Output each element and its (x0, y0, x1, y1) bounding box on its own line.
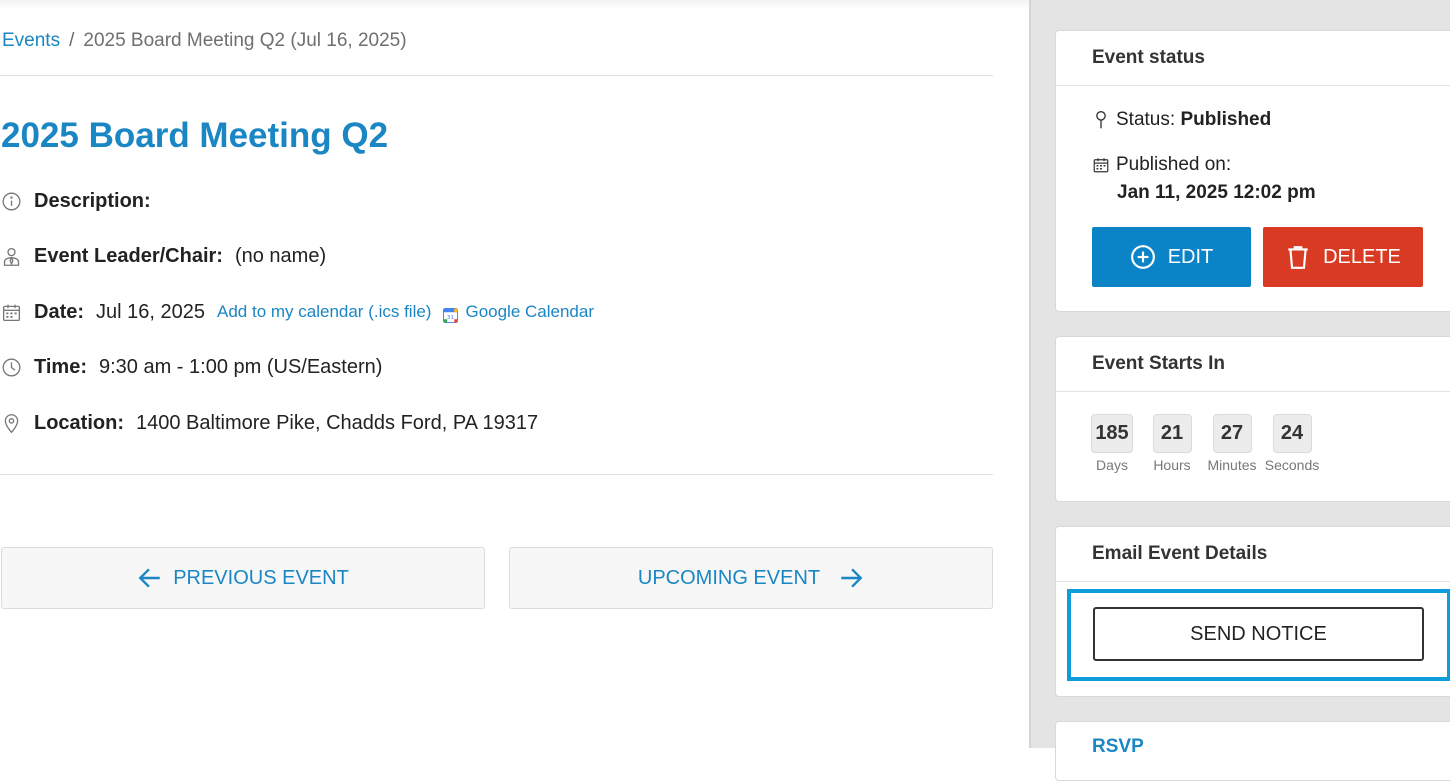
event-status-card: Event status Status: Published Published… (1055, 30, 1450, 312)
countdown-value: 21 (1152, 414, 1192, 453)
delete-label: DELETE (1323, 245, 1401, 268)
date-row: Date: Jul 16, 2025 Add to my calendar (.… (0, 297, 594, 327)
countdown-unit: Hours (1153, 457, 1191, 473)
event-main-content: Events / 2025 Board Meeting Q2 (Jul 16, 20… (0, 0, 1029, 748)
calendar-icon (0, 301, 22, 323)
info-icon (0, 190, 22, 212)
map-pin-icon (0, 412, 22, 434)
countdown-minutes: 27 Minutes (1202, 414, 1262, 473)
countdown-value: 27 (1212, 414, 1252, 453)
email-card-body: SEND NOTICE (1056, 582, 1450, 698)
delete-button[interactable]: DELETE (1263, 227, 1423, 287)
edit-label: EDIT (1167, 245, 1214, 268)
rsvp-card: RSVP (1055, 721, 1450, 781)
date-value: Jul 16, 2025 (96, 300, 205, 323)
countdown-unit: Seconds (1264, 457, 1320, 473)
breadcrumb-separator: / (69, 30, 75, 51)
status-label: Status: (1116, 109, 1176, 130)
countdown-days: 185 Days (1082, 414, 1142, 473)
countdown-value: 185 (1091, 414, 1133, 453)
edit-button[interactable]: EDIT (1092, 227, 1251, 287)
status-value: Published (1180, 109, 1272, 130)
pin-icon (1096, 111, 1106, 129)
breadcrumb-current: 2025 Board Meeting Q2 (Jul 16, 2025) (83, 30, 407, 51)
google-calendar-icon[interactable]: 31 (443, 306, 459, 323)
send-notice-highlight: SEND NOTICE (1067, 589, 1450, 681)
time-label: Time: (34, 355, 87, 378)
published-label: Published on: (1116, 154, 1232, 175)
status-line: Status: Published (1092, 109, 1271, 131)
location-row: Location: 1400 Baltimore Pike, Chadds Fo… (0, 408, 538, 438)
sidebar: Event status Status: Published Published… (1029, 0, 1450, 781)
divider (0, 75, 993, 76)
countdown-unit: Days (1096, 457, 1128, 473)
countdown-hours: 21 Hours (1142, 414, 1202, 473)
description-label: Description: (34, 189, 151, 212)
countdown-title: Event Starts In (1056, 337, 1450, 392)
countdown-seconds: 24 Seconds (1262, 414, 1322, 473)
clock-icon (0, 356, 22, 378)
previous-event-button[interactable]: PREVIOUS EVENT (1, 547, 485, 609)
published-value: Jan 11, 2025 12:02 pm (1117, 182, 1316, 203)
arrow-left-icon (138, 568, 160, 588)
time-value: 9:30 am - 1:00 pm (US/Eastern) (98, 355, 383, 378)
top-shadow (0, 0, 1029, 10)
email-event-card: Email Event Details SEND NOTICE (1055, 526, 1450, 697)
rsvp-title: RSVP (1092, 736, 1144, 757)
person-tie-icon (0, 245, 22, 267)
countdown-unit: Minutes (1207, 457, 1257, 473)
breadcrumb: Events / 2025 Board Meeting Q2 (Jul 16, 20… (2, 30, 407, 52)
page-title: 2025 Board Meeting Q2 (1, 116, 389, 155)
trash-icon (1288, 246, 1308, 269)
leader-row: Event Leader/Chair: (no name) (0, 241, 326, 271)
upcoming-event-button[interactable]: UPCOMING EVENT (509, 547, 993, 609)
calendar-icon (1093, 158, 1109, 173)
previous-event-label: PREVIOUS EVENT (173, 566, 349, 589)
divider (0, 474, 993, 475)
location-value: 1400 Baltimore Pike, Chadds Ford, PA 193… (136, 411, 539, 434)
leader-label: Event Leader/Chair: (34, 244, 223, 267)
google-calendar-link[interactable]: Google Calendar (465, 302, 594, 322)
published-line: Published on: (1092, 154, 1231, 176)
description-row: Description: (0, 186, 163, 216)
plus-circle-icon (1130, 245, 1155, 269)
arrow-right-icon (841, 568, 863, 588)
svg-text:31: 31 (447, 314, 455, 320)
location-label: Location: (34, 411, 124, 434)
countdown-value: 24 (1272, 414, 1312, 453)
date-label: Date: (34, 300, 85, 323)
ics-calendar-link[interactable]: Add to my calendar (.ics file) (217, 302, 431, 322)
email-event-title: Email Event Details (1056, 527, 1450, 582)
breadcrumb-events-link[interactable]: Events (2, 30, 60, 51)
send-notice-button[interactable]: SEND NOTICE (1093, 607, 1424, 661)
countdown-card: Event Starts In 185 Days 21 Hours 27 Min… (1055, 336, 1450, 502)
upcoming-event-label: UPCOMING EVENT (637, 566, 821, 589)
leader-value: (no name) (234, 244, 327, 267)
time-row: Time: 9:30 am - 1:00 pm (US/Eastern) (0, 352, 382, 382)
event-status-title: Event status (1056, 31, 1450, 86)
